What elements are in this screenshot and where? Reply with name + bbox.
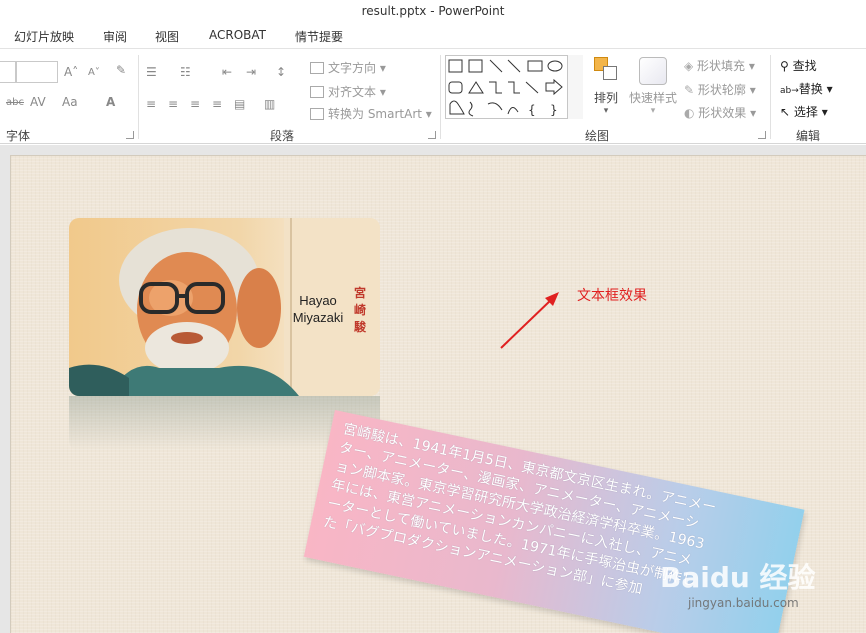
convert-smartart-button[interactable]: 转换为 SmartArt ▾: [310, 105, 432, 122]
text-direction-button[interactable]: 文字方向 ▾: [310, 59, 386, 76]
align-text-button[interactable]: 对齐文本 ▾: [310, 83, 386, 100]
distributed-icon[interactable]: ▤: [234, 97, 245, 111]
bullets-icon[interactable]: ☰: [146, 65, 157, 79]
select-button[interactable]: ↖ 选择 ▾: [780, 103, 828, 120]
shape-effects-button[interactable]: ◐ 形状效果 ▾: [684, 104, 756, 121]
tab-acrobat[interactable]: ACROBAT: [209, 28, 266, 42]
align-right-icon[interactable]: ≡: [190, 97, 200, 111]
line-spacing-icon[interactable]: ↕: [276, 65, 286, 79]
font-color-icon[interactable]: A: [106, 95, 115, 109]
pen-icon: ✎: [684, 83, 698, 97]
tab-slideshow[interactable]: 幻灯片放映: [14, 28, 74, 45]
char-spacing-icon[interactable]: AV: [30, 95, 46, 109]
decrease-indent-icon[interactable]: ⇤: [222, 65, 232, 79]
paint-bucket-icon: ◈: [684, 59, 698, 73]
quick-styles-button[interactable]: 快速样式 ▾: [628, 57, 678, 116]
shapes-gallery[interactable]: { }: [445, 55, 583, 119]
font-launcher-icon[interactable]: [126, 131, 134, 139]
editing-group-label: 编辑: [796, 129, 821, 143]
svg-text:}: }: [550, 103, 558, 117]
paragraph-group-label: 段落: [270, 129, 295, 143]
numbering-icon[interactable]: ☷: [180, 65, 191, 79]
grow-font-icon[interactable]: A˄: [64, 65, 78, 79]
name-japanese: 宮崎駿: [353, 286, 366, 334]
change-case-icon[interactable]: Aa: [62, 95, 78, 109]
shape-outline-button[interactable]: ✎ 形状轮廓 ▾: [684, 81, 756, 98]
align-left-icon[interactable]: ≡: [146, 97, 156, 111]
align-text-icon: [310, 86, 324, 98]
replace-button[interactable]: ab→替换 ▾: [780, 80, 833, 97]
title-bar: result.pptx - PowerPoint: [0, 0, 866, 24]
font-size-box[interactable]: [16, 61, 58, 83]
drawing-launcher-icon[interactable]: [758, 131, 766, 139]
shapes-gallery-icons: { }: [448, 59, 563, 117]
font-group-label: 字体: [6, 129, 31, 143]
shape-fill-button[interactable]: ◈ 形状填充 ▾: [684, 57, 755, 74]
shapes-gallery-scrollbar[interactable]: [567, 55, 583, 119]
quick-styles-icon: [639, 57, 667, 85]
find-button[interactable]: ⚲ 查找: [780, 57, 817, 74]
window-title: result.pptx - PowerPoint: [361, 4, 505, 18]
drawing-group-label: 绘图: [585, 129, 610, 143]
effects-icon: ◐: [684, 106, 699, 120]
strikethrough-icon[interactable]: abc: [6, 97, 24, 108]
text-direction-icon: [310, 62, 324, 74]
annotation-arrow-icon: [500, 292, 559, 349]
columns-icon[interactable]: ▥: [264, 97, 275, 111]
binoculars-icon: ⚲: [780, 59, 793, 73]
tab-review[interactable]: 审阅: [103, 28, 127, 45]
replace-icon: ab→: [780, 86, 799, 96]
arrange-icon: [594, 57, 618, 81]
ribbon-tabs: 幻灯片放映 审阅 视图 ACROBAT 情节提要: [0, 26, 866, 48]
baidu-watermark: Baidu 经验: [660, 561, 816, 594]
increase-indent-icon[interactable]: ⇥: [246, 65, 256, 79]
align-center-icon[interactable]: ≡: [168, 97, 178, 111]
tab-storyboard[interactable]: 情节提要: [295, 28, 343, 45]
smartart-icon: [310, 108, 324, 120]
tab-view[interactable]: 视图: [155, 28, 179, 45]
ribbon: A˄ A˅ ✎ abc AV Aa A 字体 ☰ ☷ ⇤ ⇥ ↕ ≡ ≡ ≡ ≡…: [0, 48, 866, 144]
arrange-button[interactable]: 排列 ▾: [592, 57, 620, 116]
clear-format-icon[interactable]: ✎: [116, 63, 126, 77]
justify-icon[interactable]: ≡: [212, 97, 222, 111]
shrink-font-icon[interactable]: A˅: [88, 67, 100, 78]
name-english: Hayao Miyazaki: [292, 293, 344, 325]
watermark-url: jingyan.baidu.com: [688, 596, 799, 610]
cursor-icon: ↖: [780, 105, 794, 119]
annotation-label: 文本框效果: [577, 288, 647, 304]
font-name-box[interactable]: [0, 61, 16, 83]
paragraph-launcher-icon[interactable]: [428, 131, 436, 139]
svg-text:{: {: [528, 103, 536, 117]
